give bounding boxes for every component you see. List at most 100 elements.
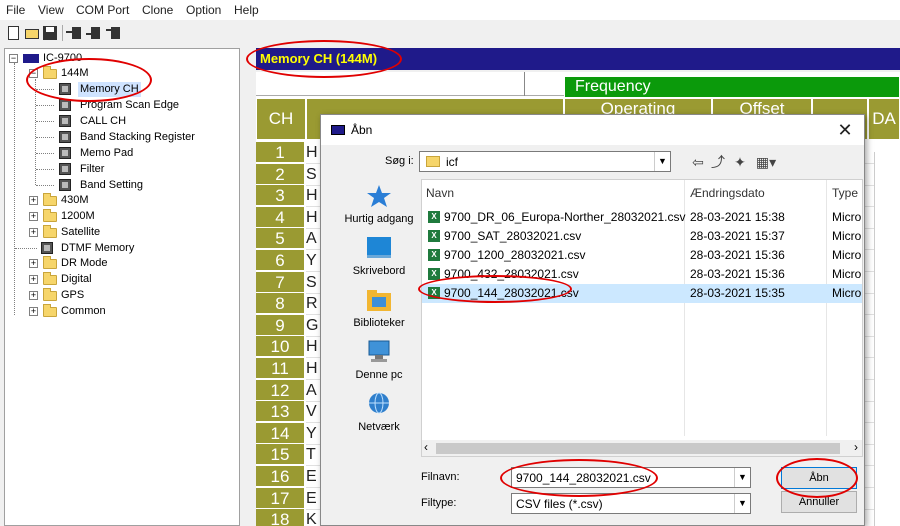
- channel-name-cell[interactable]: H: [306, 207, 320, 228]
- tree-node-144m[interactable]: − 144M: [5, 66, 235, 81]
- header-da[interactable]: DA: [868, 98, 900, 140]
- expand-icon[interactable]: +: [29, 196, 38, 205]
- channel-number[interactable]: 5: [256, 228, 304, 250]
- channel-name-cell[interactable]: T: [306, 444, 320, 465]
- channel-name-cell[interactable]: Y: [306, 250, 320, 271]
- channel-name-cell[interactable]: H: [306, 336, 320, 357]
- channel-number[interactable]: 15: [256, 444, 304, 466]
- menu-file[interactable]: File: [6, 3, 25, 17]
- channel-number[interactable]: 7: [256, 271, 304, 293]
- channel-number[interactable]: 4: [256, 206, 304, 228]
- channel-number[interactable]: 10: [256, 336, 304, 358]
- open-folder-icon[interactable]: [24, 25, 40, 41]
- tree-node-dtmf-memory[interactable]: DTMF Memory: [5, 241, 235, 256]
- cancel-button[interactable]: Annuller: [781, 491, 857, 513]
- channel-name-cell[interactable]: K: [306, 509, 320, 526]
- expand-icon[interactable]: +: [29, 212, 38, 221]
- channel-name-cell[interactable]: A: [306, 380, 320, 401]
- filename-input[interactable]: 9700_144_28032021.csv ▼: [511, 467, 751, 488]
- save-icon[interactable]: [42, 25, 58, 41]
- menu-help[interactable]: Help: [234, 3, 259, 17]
- expand-icon[interactable]: +: [29, 259, 38, 268]
- tree-node-1200m[interactable]: + 1200M: [5, 209, 235, 224]
- channel-name-cell[interactable]: R: [306, 293, 320, 314]
- horizontal-scrollbar[interactable]: ‹ ›: [422, 440, 862, 456]
- channel-number[interactable]: 13: [256, 401, 304, 423]
- tree-item-band-setting[interactable]: Band Setting: [5, 178, 235, 193]
- tree-node-common[interactable]: + Common: [5, 304, 235, 319]
- expand-icon[interactable]: +: [29, 275, 38, 284]
- tree-item-band-stacking[interactable]: Band Stacking Register: [5, 130, 235, 145]
- channel-name-cell[interactable]: Y: [306, 423, 320, 444]
- channel-number[interactable]: 9: [256, 314, 304, 336]
- open-button[interactable]: Åbn: [781, 467, 857, 489]
- scroll-right-icon[interactable]: ›: [854, 440, 858, 454]
- tree-item-memory-ch[interactable]: Memory CH: [5, 82, 235, 97]
- tree-node-gps[interactable]: + GPS: [5, 288, 235, 303]
- channel-name-cell[interactable]: E: [306, 488, 320, 509]
- channel-number[interactable]: 3: [256, 185, 304, 207]
- column-name[interactable]: Navn: [426, 186, 454, 200]
- place-quick-access[interactable]: Hurtig adgang: [339, 183, 419, 233]
- look-in-select[interactable]: icf ▼: [419, 151, 671, 172]
- menu-option[interactable]: Option: [186, 3, 221, 17]
- write-to-radio-icon[interactable]: [86, 25, 102, 41]
- expand-icon[interactable]: +: [29, 307, 38, 316]
- expand-icon[interactable]: +: [29, 291, 38, 300]
- header-ch[interactable]: CH: [256, 98, 306, 140]
- channel-name-cell[interactable]: H: [306, 358, 320, 379]
- menu-clone[interactable]: Clone: [142, 3, 173, 17]
- channel-number[interactable]: 17: [256, 487, 304, 509]
- channel-name-cell[interactable]: E: [306, 466, 320, 487]
- up-folder-icon[interactable]: ⤴: [709, 153, 727, 171]
- scroll-left-icon[interactable]: ‹: [424, 440, 428, 454]
- read-from-radio-icon[interactable]: [66, 25, 82, 41]
- channel-number[interactable]: 1: [256, 142, 304, 163]
- place-libraries[interactable]: Biblioteker: [339, 287, 419, 337]
- chevron-down-icon[interactable]: ▼: [734, 494, 750, 513]
- new-folder-icon[interactable]: ✦: [731, 153, 749, 171]
- tree-item-call-ch[interactable]: CALL CH: [5, 114, 235, 129]
- close-icon[interactable]: ✕: [834, 119, 856, 141]
- column-date[interactable]: Ændringsdato: [690, 186, 765, 200]
- tree-node-dr-mode[interactable]: + DR Mode: [5, 256, 235, 271]
- channel-name-cell[interactable]: G: [306, 315, 320, 336]
- column-type[interactable]: Type: [832, 186, 858, 200]
- file-list[interactable]: Navn Ændringsdato Type X 9700_DR_06_Europ…: [421, 179, 863, 457]
- channel-number[interactable]: 6: [256, 250, 304, 271]
- channel-name-cell[interactable]: H: [306, 185, 320, 206]
- chevron-down-icon[interactable]: ▼: [734, 468, 750, 487]
- tree-item-filter[interactable]: Filter: [5, 162, 235, 177]
- file-row[interactable]: X 9700_DR_06_Europa-Norther_28032021.csv 2…: [422, 208, 862, 227]
- tree-item-memo-pad[interactable]: Memo Pad: [5, 146, 235, 161]
- channel-name-cell[interactable]: S: [306, 272, 320, 293]
- channel-number[interactable]: 8: [256, 293, 304, 315]
- channel-number[interactable]: 14: [256, 422, 304, 444]
- back-arrow-icon[interactable]: ⇦: [689, 153, 707, 171]
- menu-com-port[interactable]: COM Port: [76, 3, 129, 17]
- channel-name-cell[interactable]: H: [306, 142, 320, 163]
- channel-name-cell[interactable]: A: [306, 228, 320, 249]
- tree-node-root[interactable]: − IC-9700: [5, 51, 235, 66]
- channel-name-cell[interactable]: V: [306, 401, 320, 422]
- clone-radio-icon[interactable]: [106, 25, 122, 41]
- chevron-down-icon[interactable]: ▼: [654, 152, 670, 171]
- channel-number[interactable]: 18: [256, 509, 304, 526]
- place-network[interactable]: Netværk: [339, 391, 419, 441]
- file-row[interactable]: X 9700_SAT_28032021.csv 28-03-2021 15:37 Mi…: [422, 227, 862, 246]
- tree-node-430m[interactable]: + 430M: [5, 193, 235, 208]
- tree-node-satellite[interactable]: + Satellite: [5, 225, 235, 240]
- place-desktop[interactable]: Skrivebord: [339, 235, 419, 285]
- tree-node-digital[interactable]: + Digital: [5, 272, 235, 287]
- channel-number[interactable]: 12: [256, 379, 304, 401]
- place-this-pc[interactable]: Denne pc: [339, 339, 419, 389]
- channel-number[interactable]: 16: [256, 466, 304, 487]
- menu-view[interactable]: View: [38, 3, 64, 17]
- file-row[interactable]: X 9700_1200_28032021.csv 28-03-2021 15:36 M…: [422, 246, 862, 265]
- tree-item-program-scan-edge[interactable]: Program Scan Edge: [5, 98, 235, 113]
- channel-name-cell[interactable]: S: [306, 164, 320, 185]
- channel-number[interactable]: 2: [256, 163, 304, 185]
- file-row[interactable]: X 9700_432_28032021.csv 28-03-2021 15:36 Mi…: [422, 265, 862, 284]
- channel-number[interactable]: 11: [256, 358, 304, 379]
- file-row[interactable]: X 9700_144_28032021.csv 28-03-2021 15:35 Mi…: [422, 284, 862, 303]
